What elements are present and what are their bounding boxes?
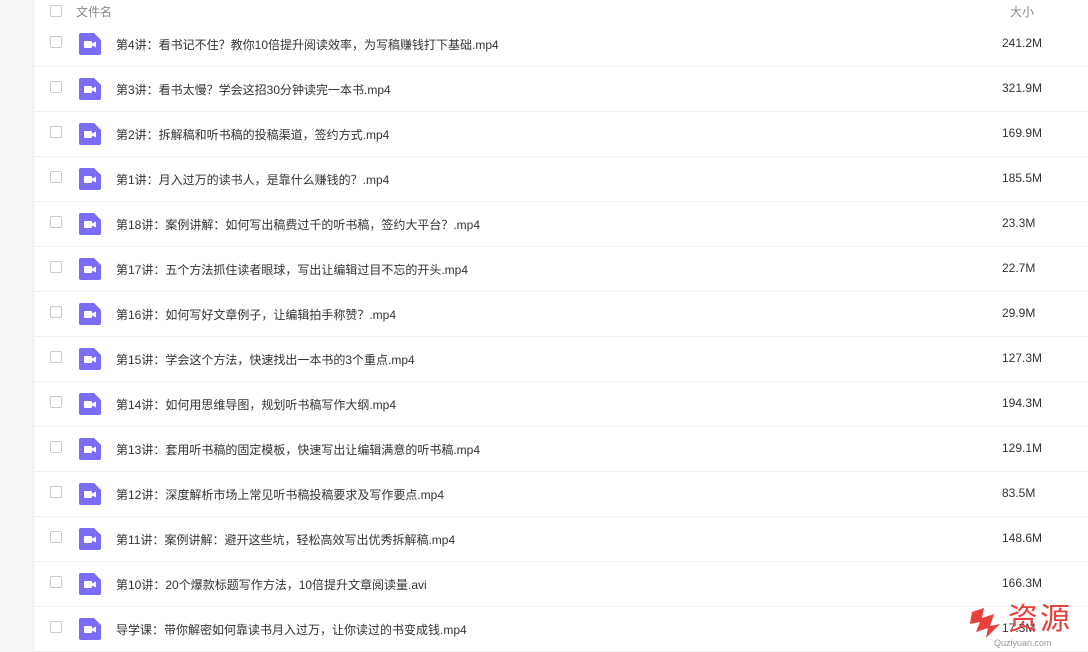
- row-checkbox[interactable]: [50, 396, 62, 408]
- file-size: 166.3M: [1002, 576, 1043, 590]
- file-size: 22.7M: [1002, 261, 1036, 275]
- file-size: 129.1M: [1002, 441, 1043, 455]
- row-checkbox[interactable]: [50, 441, 62, 453]
- column-header-name[interactable]: 文件名: [76, 3, 112, 20]
- file-name[interactable]: 第12讲：深度解析市场上常见听书稿投稿要求及写作要点.mp4: [116, 486, 444, 503]
- video-file-icon: [79, 348, 101, 370]
- video-file-icon: [79, 393, 101, 415]
- file-row[interactable]: 第17讲：五个方法抓住读者眼球，写出让编辑过目不忘的开头.mp4 22.7M: [33, 247, 1088, 292]
- file-size: 169.9M: [1002, 126, 1043, 140]
- file-name[interactable]: 第14讲：如何用思维导图，规划听书稿写作大纲.mp4: [116, 396, 396, 413]
- file-row[interactable]: 第16讲：如何写好文章例子，让编辑拍手称赞？.mp4 29.9M: [33, 292, 1088, 337]
- file-row[interactable]: 第18讲：案例讲解：如何写出稿费过千的听书稿，签约大平台？.mp4 23.3M: [33, 202, 1088, 247]
- file-size: 241.2M: [1002, 36, 1043, 50]
- file-list-header: 文件名 大小: [33, 0, 1088, 22]
- row-checkbox[interactable]: [50, 171, 62, 183]
- video-file-icon: [79, 33, 101, 55]
- watermark-glyph-icon: [970, 608, 1000, 638]
- row-checkbox[interactable]: [50, 216, 62, 228]
- video-file-icon: [79, 258, 101, 280]
- file-size: 83.5M: [1002, 486, 1036, 500]
- watermark-text: 资源: [1008, 602, 1072, 637]
- column-header-size[interactable]: 大小: [1010, 3, 1034, 20]
- file-row[interactable]: 第12讲：深度解析市场上常见听书稿投稿要求及写作要点.mp4 83.5M: [33, 472, 1088, 517]
- file-row[interactable]: 第1讲：月入过万的读书人，是靠什么赚钱的？.mp4 185.5M: [33, 157, 1088, 202]
- file-name[interactable]: 第13讲：套用听书稿的固定模板，快速写出让编辑满意的听书稿.mp4: [116, 441, 480, 458]
- watermark-domain: Quziyuan.com: [994, 638, 1052, 648]
- row-checkbox[interactable]: [50, 576, 62, 588]
- video-file-icon: [79, 618, 101, 640]
- file-list: 第4讲：看书记不住？教你10倍提升阅读效率，为写稿赚钱打下基础.mp4 241.2…: [33, 22, 1088, 652]
- file-name[interactable]: 第15讲：学会这个方法，快速找出一本书的3个重点.mp4: [116, 351, 415, 368]
- row-checkbox[interactable]: [50, 306, 62, 318]
- video-file-icon: [79, 168, 101, 190]
- row-checkbox[interactable]: [50, 531, 62, 543]
- file-name[interactable]: 第18讲：案例讲解：如何写出稿费过千的听书稿，签约大平台？.mp4: [116, 216, 480, 233]
- file-row[interactable]: 第10讲：20个爆款标题写作方法，10倍提升文章阅读量.avi 166.3M: [33, 562, 1088, 607]
- watermark-logo: 资源 Quziyuan.com: [964, 602, 1084, 650]
- file-row[interactable]: 第2讲：拆解稿和听书稿的投稿渠道，签约方式.mp4 169.9M: [33, 112, 1088, 157]
- file-name[interactable]: 第11讲：案例讲解：避开这些坑，轻松高效写出优秀拆解稿.mp4: [116, 531, 455, 548]
- row-checkbox[interactable]: [50, 621, 62, 633]
- file-name[interactable]: 第4讲：看书记不住？教你10倍提升阅读效率，为写稿赚钱打下基础.mp4: [116, 36, 499, 53]
- file-size: 194.3M: [1002, 396, 1043, 410]
- file-size: 29.9M: [1002, 306, 1036, 320]
- file-name[interactable]: 第16讲：如何写好文章例子，让编辑拍手称赞？.mp4: [116, 306, 396, 323]
- file-name[interactable]: 第3讲：看书太慢？学会这招30分钟读完一本书.mp4: [116, 81, 391, 98]
- file-row[interactable]: 第14讲：如何用思维导图，规划听书稿写作大纲.mp4 194.3M: [33, 382, 1088, 427]
- file-row[interactable]: 第3讲：看书太慢？学会这招30分钟读完一本书.mp4 321.9M: [33, 67, 1088, 112]
- left-sidebar-gutter: [0, 0, 34, 652]
- file-size: 148.6M: [1002, 531, 1043, 545]
- video-file-icon: [79, 483, 101, 505]
- video-file-icon: [79, 528, 101, 550]
- select-all-checkbox[interactable]: [50, 5, 62, 17]
- file-row[interactable]: 第4讲：看书记不住？教你10倍提升阅读效率，为写稿赚钱打下基础.mp4 241.2…: [33, 22, 1088, 67]
- row-checkbox[interactable]: [50, 261, 62, 273]
- row-checkbox[interactable]: [50, 351, 62, 363]
- file-size: 321.9M: [1002, 81, 1043, 95]
- file-name[interactable]: 第2讲：拆解稿和听书稿的投稿渠道，签约方式.mp4: [116, 126, 389, 143]
- video-file-icon: [79, 303, 101, 325]
- file-name[interactable]: 导学课：带你解密如何靠读书月入过万，让你读过的书变成钱.mp4: [116, 621, 467, 638]
- file-row[interactable]: 第15讲：学会这个方法，快速找出一本书的3个重点.mp4 127.3M: [33, 337, 1088, 382]
- file-name[interactable]: 第1讲：月入过万的读书人，是靠什么赚钱的？.mp4: [116, 171, 389, 188]
- file-row[interactable]: 第11讲：案例讲解：避开这些坑，轻松高效写出优秀拆解稿.mp4 148.6M: [33, 517, 1088, 562]
- row-checkbox[interactable]: [50, 126, 62, 138]
- file-name[interactable]: 第10讲：20个爆款标题写作方法，10倍提升文章阅读量.avi: [116, 576, 427, 593]
- video-file-icon: [79, 213, 101, 235]
- video-file-icon: [79, 123, 101, 145]
- file-size: 23.3M: [1002, 216, 1036, 230]
- row-checkbox[interactable]: [50, 486, 62, 498]
- video-file-icon: [79, 438, 101, 460]
- video-file-icon: [79, 78, 101, 100]
- video-file-icon: [79, 573, 101, 595]
- file-size: 185.5M: [1002, 171, 1043, 185]
- file-row[interactable]: 第13讲：套用听书稿的固定模板，快速写出让编辑满意的听书稿.mp4 129.1M: [33, 427, 1088, 472]
- row-checkbox[interactable]: [50, 81, 62, 93]
- file-row[interactable]: 导学课：带你解密如何靠读书月入过万，让你读过的书变成钱.mp4 17.3M: [33, 607, 1088, 652]
- row-checkbox[interactable]: [50, 36, 62, 48]
- file-size: 127.3M: [1002, 351, 1043, 365]
- file-name[interactable]: 第17讲：五个方法抓住读者眼球，写出让编辑过目不忘的开头.mp4: [116, 261, 468, 278]
